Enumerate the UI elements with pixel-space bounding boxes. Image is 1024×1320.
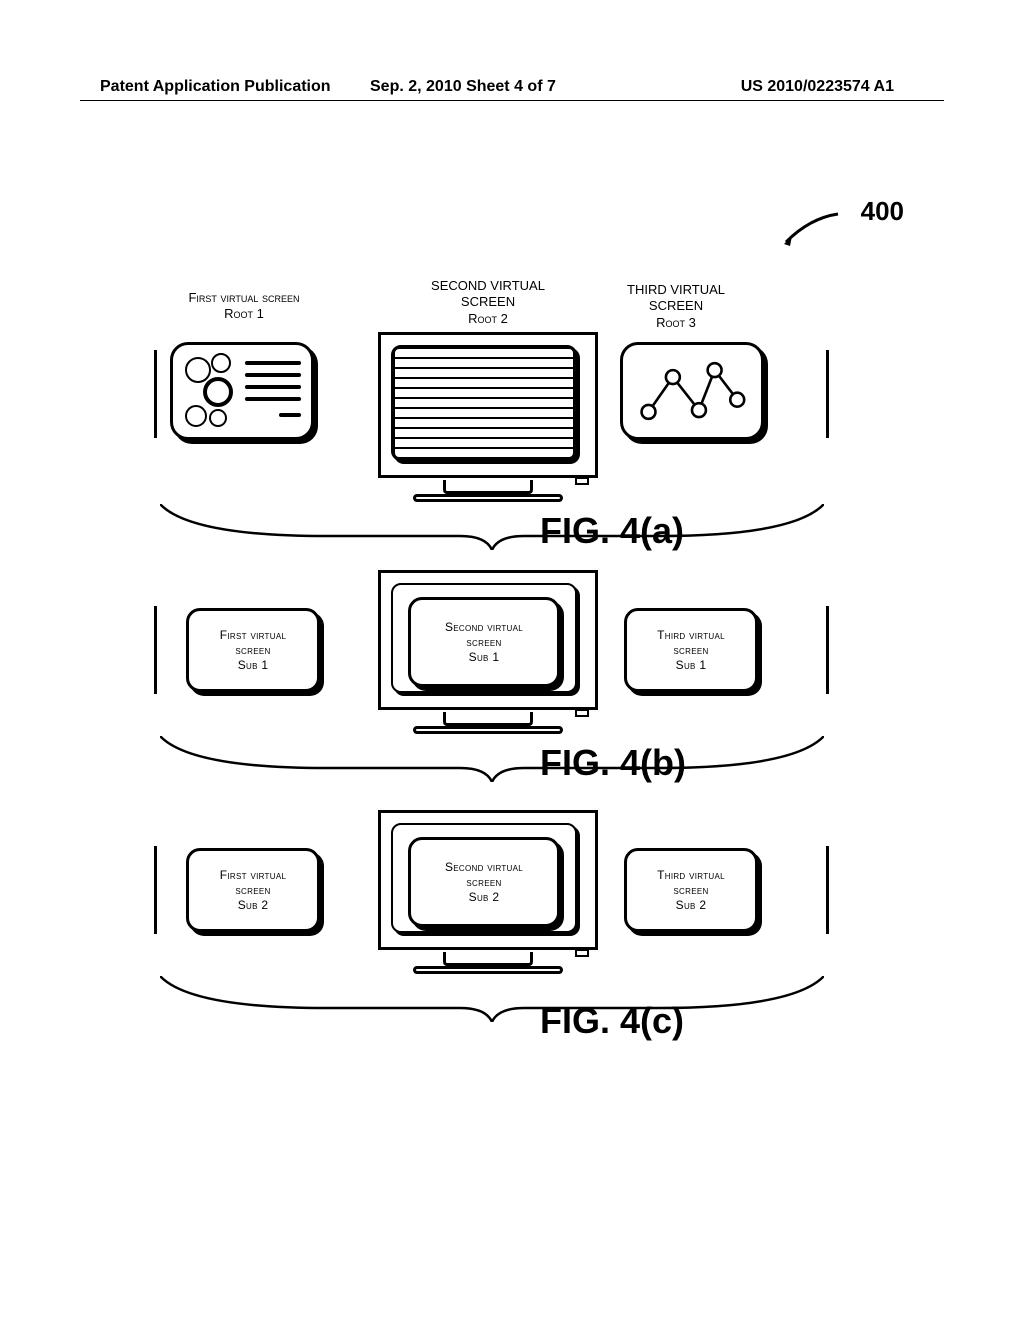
icons-sketch — [179, 351, 305, 431]
rowC-screen3-thumb: Third virtualscreenSub 2 — [624, 848, 758, 932]
header-mid: Sep. 2, 2010 Sheet 4 of 7 — [370, 78, 556, 96]
monitor-button-icon — [575, 949, 589, 957]
header-left: Patent Application Publication — [100, 78, 331, 96]
rowA-monitor: SECOND VIRTUALSCREENRoot 2 — [378, 332, 598, 508]
rowA-right-bracket — [826, 350, 829, 438]
monitor-button-icon — [575, 477, 589, 485]
rowA-left-bracket — [154, 350, 157, 438]
graph-sketch — [629, 351, 755, 431]
rowB-brace — [160, 736, 824, 782]
header-right: US 2010/0223574 A1 — [741, 78, 894, 96]
rowC-screen2-text: Second virtualscreenSub 2 — [445, 860, 523, 905]
monitor-button-icon — [575, 709, 589, 717]
rowA-screen3-thumb — [620, 342, 764, 440]
rowC-right-bracket — [826, 846, 829, 934]
fig-label-a: FIG. 4(a) — [540, 510, 684, 552]
rowC-brace — [160, 976, 824, 1022]
fig-label-b: FIG. 4(b) — [540, 742, 686, 784]
header-rule — [80, 100, 944, 101]
rowB-monitor: Second virtualscreenSub 1 — [378, 570, 598, 740]
rowB-right-bracket — [826, 606, 829, 694]
ref-arrow-icon — [780, 212, 840, 246]
rowB-screen1-text: First virtualscreenSub 1 — [220, 628, 286, 673]
rowA-screen1-thumb — [170, 342, 314, 440]
rowC-left-bracket — [154, 846, 157, 934]
rowC-screen1-text: First virtualscreenSub 2 — [220, 868, 286, 913]
rowA-brace — [160, 504, 824, 550]
rowC-monitor-thumb: Second virtualscreenSub 2 — [408, 837, 560, 927]
fig-label-c: FIG. 4(c) — [540, 1000, 684, 1042]
rowA-monitor-inner — [391, 345, 577, 461]
rowA-monitor-content — [393, 347, 575, 459]
rowB-left-bracket — [154, 606, 157, 694]
rowA-left-title: First virtual screenRoot 1 — [164, 290, 324, 323]
rowB-screen3-text: Third virtualscreenSub 1 — [657, 628, 725, 673]
rowB-screen2-text: Second virtualscreenSub 1 — [445, 620, 523, 665]
rowB-screen1-thumb: First virtualscreenSub 1 — [186, 608, 320, 692]
rowC-monitor: Second virtualscreenSub 2 — [378, 810, 598, 980]
rowA-right-title: THIRD VIRTUALSCREENRoot 3 — [596, 282, 756, 331]
ref-number: 400 — [861, 196, 904, 227]
rowC-screen3-text: Third virtualscreenSub 2 — [657, 868, 725, 913]
rowB-monitor-thumb: Second virtualscreenSub 1 — [408, 597, 560, 687]
rowA-mid-title: SECOND VIRTUALSCREENRoot 2 — [378, 278, 598, 327]
rowB-screen3-thumb: Third virtualscreenSub 1 — [624, 608, 758, 692]
rowC-screen1-thumb: First virtualscreenSub 2 — [186, 848, 320, 932]
